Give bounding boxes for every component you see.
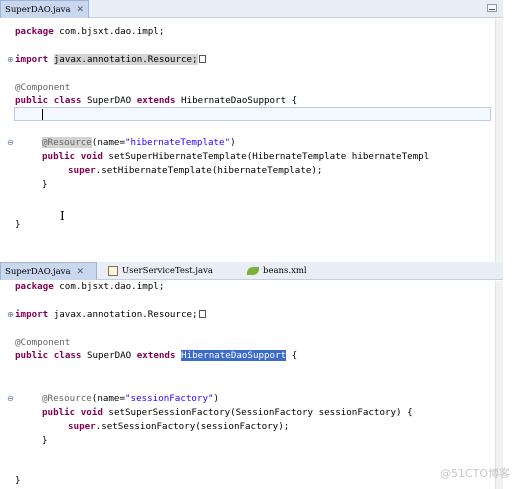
keyword: public (15, 95, 49, 106)
folded-block-icon (198, 310, 206, 318)
tab-label: UserServiceTest.java (122, 266, 213, 276)
close-icon[interactable]: ✕ (77, 267, 85, 277)
code-text: (name= (91, 137, 125, 148)
code-text: { (286, 350, 298, 361)
keyword: super (68, 421, 96, 432)
top-editor-tabbar: SuperDAO.java ✕ (0, 0, 503, 18)
keyword: import (15, 309, 49, 320)
code-text: ) (213, 393, 220, 404)
tab-userservicetest-java[interactable]: UserServiceTest.java (104, 262, 217, 280)
code-text: (name= (91, 393, 125, 404)
text-cursor (42, 109, 43, 120)
close-icon[interactable]: ✕ (77, 5, 85, 15)
vertical-scrollbar[interactable] (495, 281, 503, 489)
code-line-close-method[interactable]: } (42, 434, 48, 447)
code-line-super[interactable]: super.setHibernateTemplate(hibernateTemp… (68, 164, 322, 177)
code-line-component[interactable]: @Component (15, 336, 70, 349)
java-file-icon (108, 266, 118, 276)
current-line-highlight (14, 107, 491, 121)
code-line-method[interactable]: public void setSuperSessionFactory(Sessi… (42, 406, 413, 419)
code-text: com.bjsxt.dao.impl; (53, 281, 165, 292)
keyword: class (53, 350, 82, 361)
keyword: extends (136, 95, 176, 106)
code-text: setSuperSessionFactory(SessionFactory se… (102, 407, 413, 418)
keyword: class (53, 95, 82, 106)
code-text: com.bjsxt.dao.impl; (53, 26, 165, 37)
watermark: @51CTO博客 (439, 467, 510, 480)
expand-icon[interactable]: ⊕ (7, 53, 14, 66)
code-line-resource[interactable]: @Resource(name="hibernateTemplate") (42, 136, 236, 149)
folded-block-icon (198, 55, 206, 63)
selected-text: HibernateDaoSupport (181, 350, 287, 361)
tab-beans-xml[interactable]: beans.xml (243, 262, 311, 280)
keyword: void (80, 151, 103, 162)
keyword: public (42, 407, 76, 418)
top-editor-panel: SuperDAO.java ✕ package com.bjsxt.dao.im… (0, 0, 503, 262)
code-text: HibernateDaoSupport { (175, 95, 298, 106)
expand-icon[interactable]: ⊕ (7, 308, 14, 321)
collapse-icon[interactable]: ⊖ (7, 136, 14, 149)
code-text: .setSessionFactory(sessionFactory); (95, 421, 290, 432)
code-text: SuperDAO (81, 350, 137, 361)
code-text: ) (230, 137, 236, 148)
code-line-close-class[interactable]: } (15, 474, 21, 487)
bottom-editor-panel: SuperDAO.java ✕ UserServiceTest.java bea… (0, 262, 503, 489)
keyword: void (80, 407, 103, 418)
code-line-import[interactable]: import javax.annotation.Resource; (15, 308, 206, 321)
keyword: package (15, 281, 54, 292)
code-text: setSuperHibernateTemplate(HibernateTempl… (102, 151, 430, 162)
tab-label: beans.xml (263, 266, 307, 276)
code-line-method[interactable]: public void setSuperHibernateTemplate(Hi… (42, 150, 429, 163)
string-literal: "hibernateTemplate" (125, 137, 231, 148)
code-line-package[interactable]: package com.bjsxt.dao.impl; (15, 280, 164, 293)
keyword: super (68, 165, 96, 176)
tab-label: SuperDAO.java (5, 266, 71, 277)
code-line-class[interactable]: public class SuperDAO extends HibernateD… (15, 349, 297, 362)
keyword: public (15, 350, 49, 361)
tab-label: SuperDAO.java (5, 4, 71, 15)
keyword: import (15, 54, 49, 65)
bottom-editor-tabbar: SuperDAO.java ✕ UserServiceTest.java bea… (0, 262, 503, 280)
tab-superdao-java[interactable]: SuperDAO.java ✕ (0, 0, 90, 18)
code-line-close-class[interactable]: } (15, 218, 21, 231)
tab-superdao-java[interactable]: SuperDAO.java ✕ (0, 262, 97, 280)
code-line-resource[interactable]: @Resource(name="sessionFactory") (42, 392, 219, 405)
code-line-component[interactable]: @Component (15, 81, 70, 94)
code-text-highlighted: javax.annotation.Resource; (53, 54, 198, 65)
keyword: package (15, 26, 54, 37)
code-line-super[interactable]: super.setSessionFactory(sessionFactory); (68, 420, 289, 433)
collapse-icon[interactable]: ⊖ (7, 392, 14, 405)
keyword: extends (136, 350, 176, 361)
xml-file-icon (247, 267, 259, 275)
minimize-button[interactable] (487, 4, 497, 12)
code-line-import[interactable]: import javax.annotation.Resource; (15, 53, 206, 66)
vertical-scrollbar[interactable] (495, 19, 503, 262)
code-text: .setHibernateTemplate(hibernateTemplate)… (95, 165, 323, 176)
annotation: @Resource (42, 393, 92, 404)
annotation: @Resource (42, 137, 92, 148)
string-literal: "sessionFactory" (125, 393, 214, 404)
code-line-package[interactable]: package com.bjsxt.dao.impl; (15, 25, 164, 38)
keyword: public (42, 151, 76, 162)
code-text: javax.annotation.Resource; (48, 309, 198, 320)
code-text: SuperDAO (81, 95, 137, 106)
code-line-class[interactable]: public class SuperDAO extends HibernateD… (15, 94, 297, 107)
ibeam-cursor-icon: I (60, 209, 65, 223)
code-line-close-method[interactable]: } (42, 178, 48, 191)
